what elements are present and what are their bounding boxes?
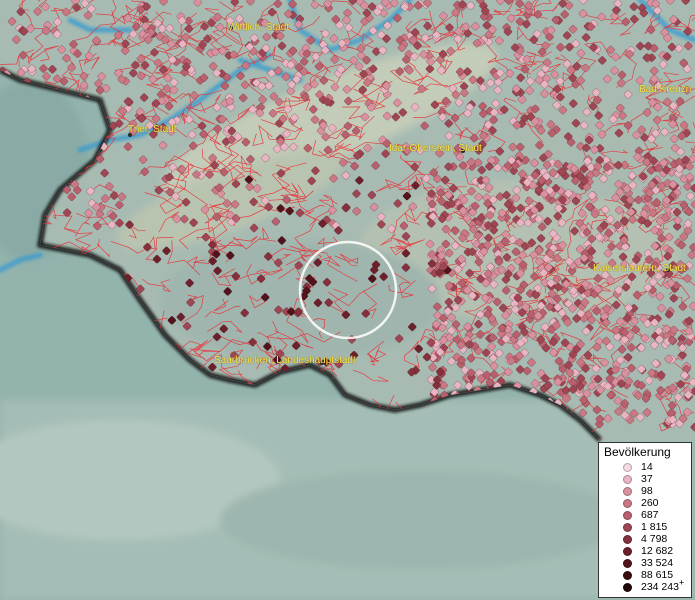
legend-symbol — [623, 511, 632, 520]
legend-item: 88 615 — [599, 569, 691, 581]
legend-symbol — [623, 499, 632, 508]
map-legend: Bevölkerung 14 37 98 260 687 1 815 4 798… — [598, 442, 692, 598]
city-label-bad-kreuznach[interactable]: Bad Kreuzn — [639, 84, 691, 96]
legend-item: 14 — [599, 461, 691, 473]
legend-item: 234 243+ — [599, 578, 691, 593]
legend-item: 33 524 — [599, 557, 691, 569]
legend-title: Bevölkerung — [604, 445, 671, 459]
legend-symbol — [623, 535, 632, 544]
legend-item: 37 — [599, 473, 691, 485]
legend-symbol — [623, 583, 632, 592]
legend-symbol — [623, 523, 632, 532]
city-label-saarbruecken[interactable]: Saarbrücken, Landeshauptstadt — [214, 355, 356, 367]
legend-symbol — [623, 547, 632, 556]
city-label-wittlich[interactable]: Wittlich, Stadt — [228, 22, 289, 34]
legend-symbol — [623, 475, 632, 484]
legend-item: 98 — [599, 485, 691, 497]
legend-symbol — [623, 571, 632, 580]
legend-item: 260 — [599, 497, 691, 509]
city-label-trier[interactable]: Trier, Stadt — [128, 124, 177, 136]
map-canvas[interactable] — [0, 0, 695, 600]
city-label-kaiserslautern[interactable]: Kaiserslautern, Stadt — [593, 263, 686, 275]
legend-item: 687 — [599, 509, 691, 521]
legend-symbol — [623, 487, 632, 496]
legend-item: 4 798 — [599, 533, 691, 545]
legend-symbol — [623, 463, 632, 472]
legend-item: 12 682 — [599, 545, 691, 557]
legend-symbol — [623, 559, 632, 568]
legend-item: 1 815 — [599, 521, 691, 533]
city-label-idar-oberstein[interactable]: Idar-Oberstein, Stadt — [389, 143, 482, 155]
